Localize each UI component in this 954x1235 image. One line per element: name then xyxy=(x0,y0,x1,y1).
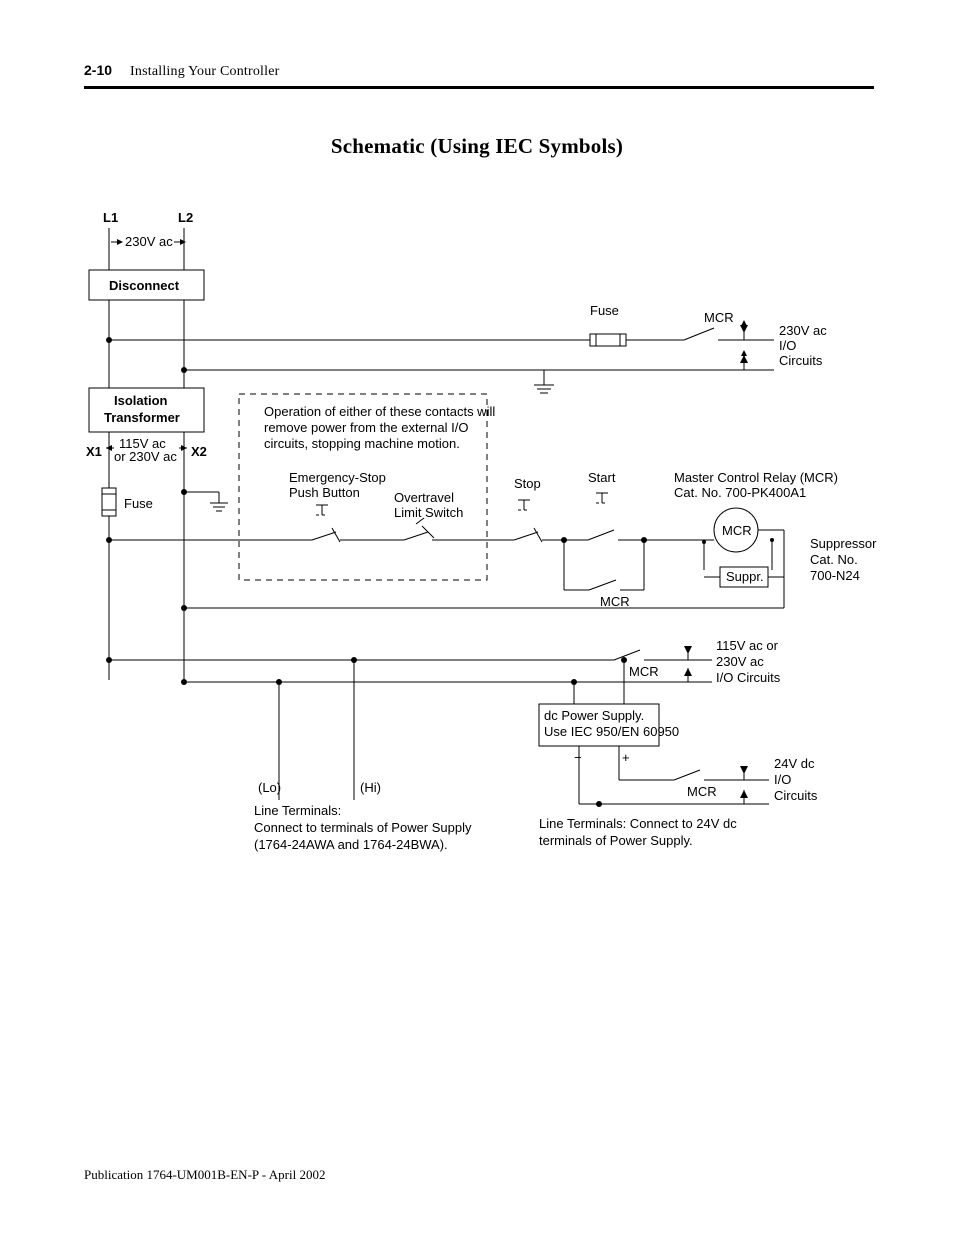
lineterm-1: Line Terminals: xyxy=(254,803,341,818)
minus: − xyxy=(574,750,582,765)
note-1: Operation of either of these contacts wi… xyxy=(264,404,495,419)
l2-label: L2 xyxy=(178,210,193,225)
estop-1: Emergency-Stop xyxy=(289,470,386,485)
iso-1: Isolation xyxy=(114,393,168,408)
fuse-left: Fuse xyxy=(124,496,153,511)
suppressor-1: Suppressor xyxy=(810,536,877,551)
v230-label: 230V ac xyxy=(125,234,173,249)
fuse-top-label: Fuse xyxy=(590,303,619,318)
lo-label: (Lo) xyxy=(258,780,281,795)
io230-3: Circuits xyxy=(779,353,823,368)
l1-label: L1 xyxy=(103,210,118,225)
v115-2: or 230V ac xyxy=(114,449,177,464)
disconnect-label: Disconnect xyxy=(109,278,180,293)
io24-3: Circuits xyxy=(774,788,818,803)
suppressor-2: Cat. No. xyxy=(810,552,858,567)
note-2: remove power from the external I/O xyxy=(264,420,468,435)
iso-2: Transformer xyxy=(104,410,180,425)
start-label: Start xyxy=(588,470,616,485)
x1-label: X1 xyxy=(86,444,102,459)
note-3: circuits, stopping machine motion. xyxy=(264,436,460,451)
mcr-bot: MCR xyxy=(687,784,717,799)
lineterm24-2: terminals of Power Supply. xyxy=(539,833,693,848)
lineterm-3: (1764-24AWA and 1764-24BWA). xyxy=(254,837,448,852)
io115-3: I/O Circuits xyxy=(716,670,781,685)
stop-label: Stop xyxy=(514,476,541,491)
schematic-diagram: L1 L2 230V ac Disconnect Fuse MCR 230V a… xyxy=(84,210,884,870)
x2-label: X2 xyxy=(191,444,207,459)
page-number: 2-10 xyxy=(84,62,112,78)
page-header: 2-10 Installing Your Controller xyxy=(84,62,874,89)
io230-2: I/O xyxy=(779,338,796,353)
io115-1: 115V ac or xyxy=(716,638,779,653)
io24-2: I/O xyxy=(774,772,791,787)
schematic-title: Schematic (Using IEC Symbols) xyxy=(0,134,954,159)
overtravel-2: Limit Switch xyxy=(394,505,463,520)
publication-footer: Publication 1764-UM001B-EN-P - April 200… xyxy=(84,1167,325,1183)
mcr-top-label: MCR xyxy=(704,310,734,325)
estop-2: Push Button xyxy=(289,485,360,500)
dcps-1: dc Power Supply. xyxy=(544,708,644,723)
suppr: Suppr. xyxy=(726,569,764,584)
mcr-coil: MCR xyxy=(722,523,752,538)
mcr-aux: MCR xyxy=(600,594,630,609)
section-title: Installing Your Controller xyxy=(130,64,279,80)
io115-2: 230V ac xyxy=(716,654,764,669)
lineterm-2: Connect to terminals of Power Supply xyxy=(254,820,472,835)
lineterm24-1: Line Terminals: Connect to 24V dc xyxy=(539,816,737,831)
hi-label: (Hi) xyxy=(360,780,381,795)
suppressor-3: 700-N24 xyxy=(810,568,860,583)
io24-1: 24V dc xyxy=(774,756,815,771)
overtravel-1: Overtravel xyxy=(394,490,454,505)
plus: + xyxy=(622,750,630,765)
mcr-relay-2: Cat. No. 700-PK400A1 xyxy=(674,485,806,500)
io230-1: 230V ac xyxy=(779,323,827,338)
mcr-mid: MCR xyxy=(629,664,659,679)
mcr-relay-1: Master Control Relay (MCR) xyxy=(674,470,838,485)
dcps-2: Use IEC 950/EN 60950 xyxy=(544,724,679,739)
